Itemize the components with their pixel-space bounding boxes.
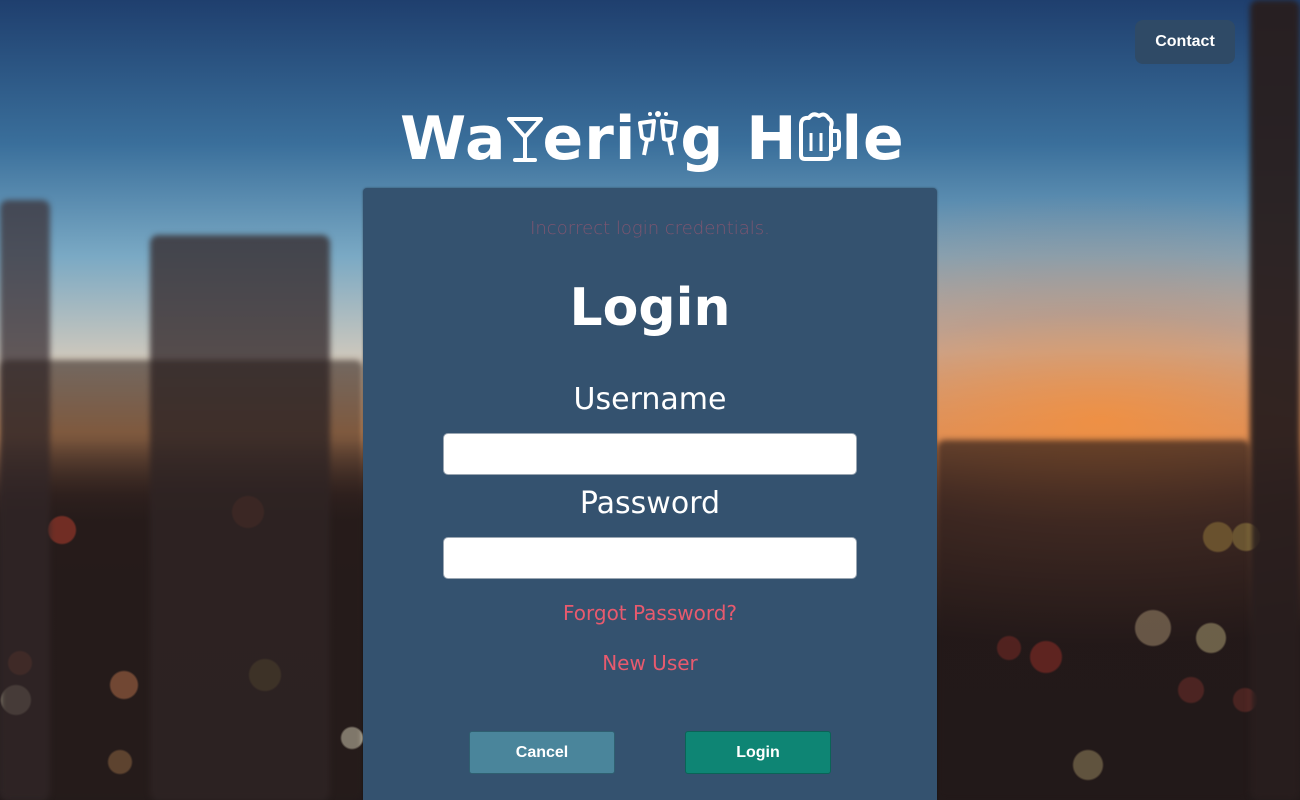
username-label: Username (573, 382, 727, 417)
cancel-button[interactable]: Cancel (469, 731, 615, 774)
background-building (1250, 0, 1300, 800)
beer-mug-icon (797, 109, 842, 169)
background-building (0, 360, 363, 800)
cocktail-glass-icon (506, 109, 543, 169)
login-panel: Incorrect login credentials. Login Usern… (363, 188, 937, 800)
forgot-password-link[interactable]: Forgot Password? (363, 601, 937, 625)
username-input[interactable] (443, 433, 857, 475)
password-label: Password (579, 486, 721, 521)
logo-text-part: Wa (400, 104, 507, 174)
logo-text-part: g H (680, 104, 798, 174)
new-user-link[interactable]: New User (363, 651, 937, 675)
password-input[interactable] (443, 537, 857, 579)
contact-button[interactable]: Contact (1135, 20, 1235, 64)
background-building (937, 440, 1250, 800)
error-message: Incorrect login credentials. (530, 218, 770, 239)
logo-text-part: eri (542, 104, 637, 174)
login-button[interactable]: Login (685, 731, 831, 774)
logo-text-part: le (841, 104, 905, 174)
login-title: Login (569, 278, 731, 338)
cheers-glasses-icon (636, 109, 680, 169)
watering-hole-logo: Wa eri g H le (400, 98, 910, 180)
